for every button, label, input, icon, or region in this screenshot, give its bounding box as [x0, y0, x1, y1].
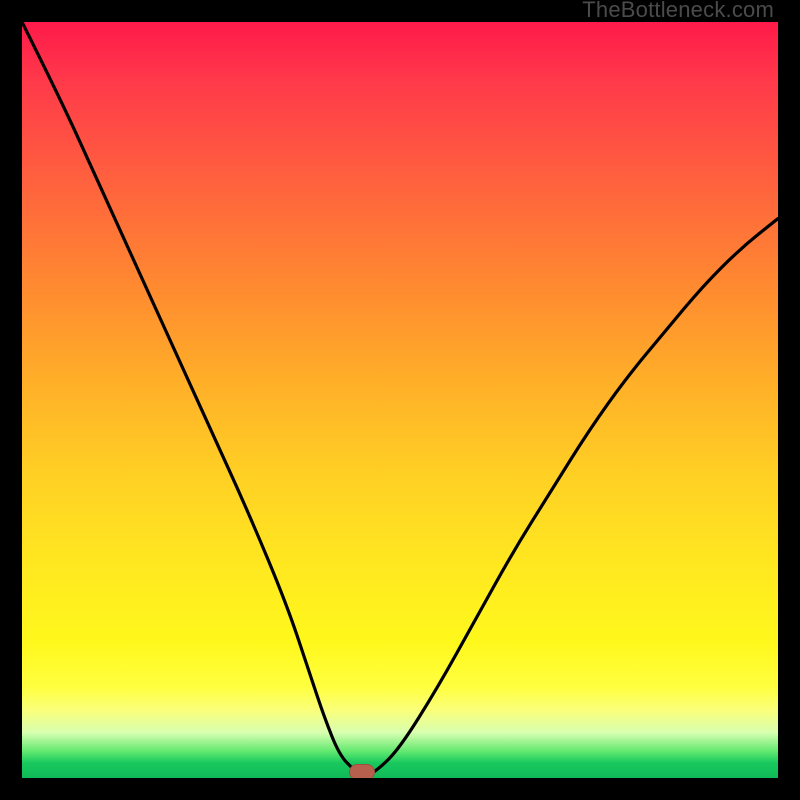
chart-frame — [0, 0, 800, 800]
chart-stage: TheBottleneck.com — [0, 0, 800, 800]
watermark-text: TheBottleneck.com — [582, 0, 774, 23]
